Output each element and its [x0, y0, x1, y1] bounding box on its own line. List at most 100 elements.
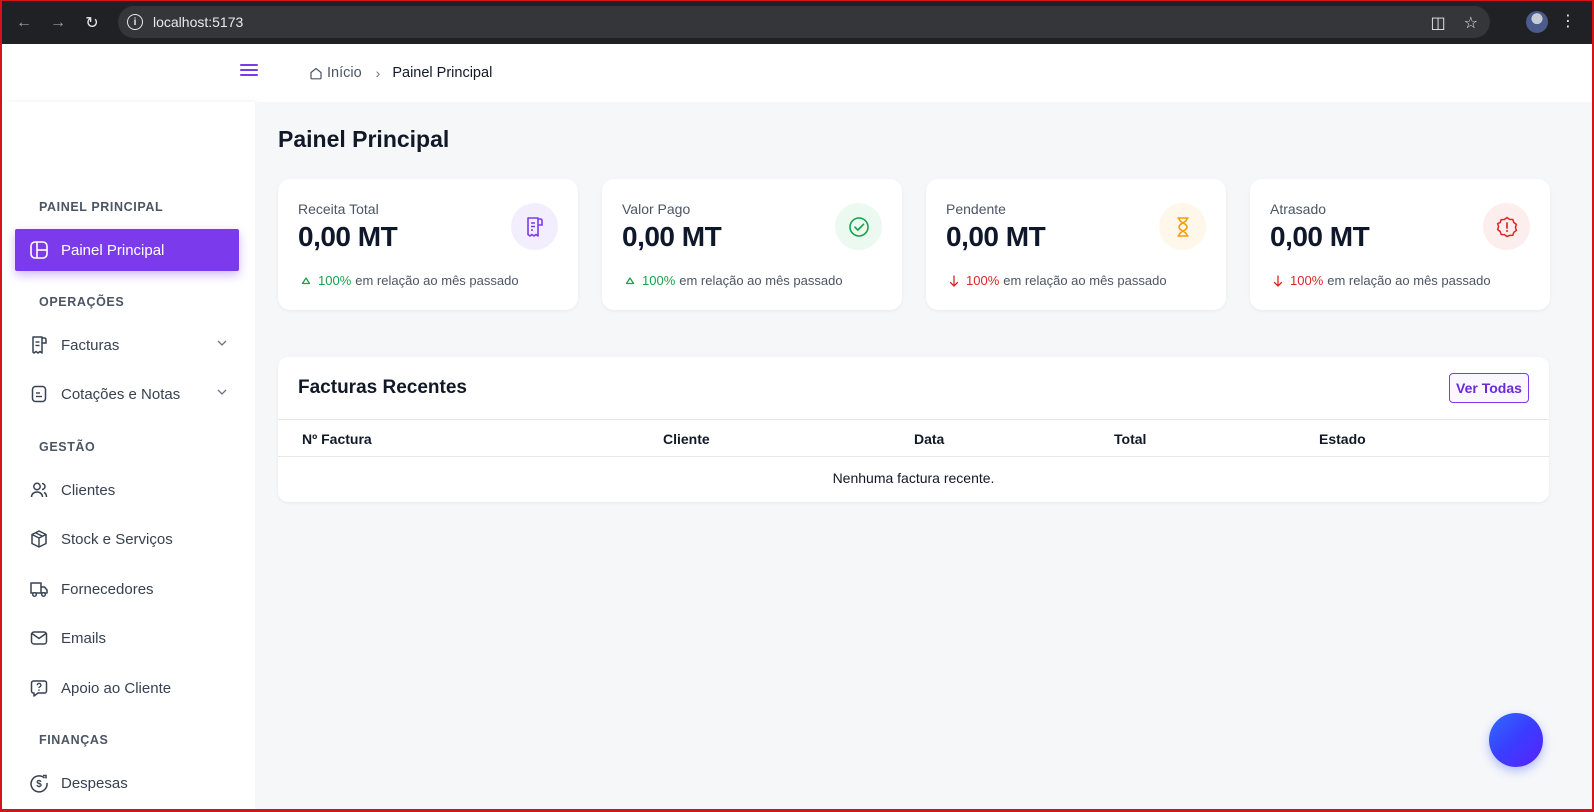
truck-icon [29, 579, 49, 599]
trend-up-icon [624, 276, 636, 286]
stat-trend: 100% em relação ao mês passado [624, 273, 843, 288]
trend-up-icon [300, 276, 312, 286]
trend-text: em relação ao mês passado [1327, 273, 1491, 288]
column-header[interactable]: Data [914, 431, 944, 447]
sidebar-item-clientes[interactable]: Clientes [15, 469, 239, 511]
sidebar-item-facturas[interactable]: Facturas [15, 324, 239, 366]
trend-value: 100% [1290, 273, 1324, 288]
trend-text: em relação ao mês passado [355, 273, 519, 288]
bookmark-star-icon[interactable]: ☆ [1464, 13, 1478, 33]
url-text[interactable]: localhost:5173 [153, 14, 243, 30]
mail-icon [29, 628, 49, 648]
stat-value: 0,00 MT [1270, 221, 1370, 252]
trend-text: em relação ao mês passado [1003, 273, 1167, 288]
translate-icon[interactable]: ◫ [1431, 13, 1446, 33]
address-bar[interactable]: i localhost:5173 ◫ ☆ [118, 6, 1490, 38]
chevron-right-icon: › [375, 65, 381, 81]
sidebar-item-label: Painel Principal [61, 241, 165, 259]
home-icon[interactable] [309, 66, 323, 80]
profile-avatar[interactable] [1526, 11, 1548, 33]
breadcrumb-home[interactable]: Início [327, 65, 362, 81]
sidebar-item-despesas[interactable]: $ Despesas [15, 762, 239, 804]
trend-down-icon [948, 274, 960, 287]
invoice-icon [29, 335, 49, 355]
stat-trend: 100% em relação ao mês passado [1272, 273, 1491, 288]
reload-icon[interactable]: ↻ [80, 11, 104, 35]
sidebar-item-apoio[interactable]: Apoio ao Cliente [15, 667, 239, 709]
site-info-icon[interactable]: i [127, 14, 143, 30]
chevron-down-icon [217, 340, 227, 346]
browser-toolbar: ← → ↻ i localhost:5173 ◫ ☆ ⋮ [2, 1, 1592, 44]
menu-toggle-icon[interactable] [240, 64, 258, 78]
sidebar-item-emails[interactable]: Emails [15, 617, 239, 659]
stat-label: Receita Total [298, 201, 379, 217]
table-header: Nº Factura Cliente Data Total Estado [278, 419, 1549, 457]
column-header[interactable]: Estado [1319, 431, 1366, 447]
app-window: ← → ↻ i localhost:5173 ◫ ☆ ⋮ PAINEL PRIN… [0, 0, 1594, 812]
sidebar-item-fornecedores[interactable]: Fornecedores [15, 568, 239, 610]
browser-menu-icon[interactable]: ⋮ [1560, 11, 1576, 33]
notes-icon [29, 384, 49, 404]
stat-card-pendente: Pendente 0,00 MT 100% em relação ao mês … [926, 179, 1226, 310]
breadcrumb: Início › Painel Principal [309, 65, 492, 81]
empty-state-text: Nenhuma factura recente. [832, 470, 995, 486]
sidebar-item-label: Fornecedores [61, 580, 154, 598]
sidebar-item-label: Facturas [61, 336, 120, 354]
receipt-icon [511, 203, 558, 250]
sidebar-item-cotacoes[interactable]: Cotações e Notas [15, 373, 239, 415]
sidebar-item-label: Stock e Serviços [61, 530, 173, 548]
sidebar: PAINEL PRINCIPAL Painel Principal OPERAÇ… [2, 44, 258, 809]
sidebar-item-label: Cotações e Notas [61, 385, 181, 403]
box-icon [29, 529, 49, 549]
alert-icon [1483, 203, 1530, 250]
recent-invoices-card: Facturas Recentes Ver Todas Nº Factura C… [278, 357, 1549, 502]
floating-action-button[interactable] [1489, 713, 1543, 767]
stat-label: Pendente [946, 201, 1006, 217]
breadcrumb-current: Painel Principal [392, 65, 493, 81]
dashboard-icon [29, 240, 49, 260]
sidebar-item-label: Clientes [61, 481, 116, 499]
money-icon: $ [29, 773, 49, 793]
sidebar-item-painel-principal[interactable]: Painel Principal [15, 229, 239, 271]
stat-card-receita: Receita Total 0,00 MT 100% em relação ao… [278, 179, 578, 310]
trend-value: 100% [318, 273, 352, 288]
sidebar-nav: PAINEL PRINCIPAL Painel Principal OPERAÇ… [2, 102, 255, 809]
main-content: Painel Principal Receita Total 0,00 MT 1… [255, 102, 1592, 809]
top-bar: Início › Painel Principal [270, 44, 1592, 102]
svg-text:$: $ [36, 779, 42, 790]
back-icon[interactable]: ← [12, 11, 36, 35]
stat-value: 0,00 MT [946, 221, 1046, 252]
column-header[interactable]: Total [1114, 431, 1146, 447]
stat-value: 0,00 MT [298, 221, 398, 252]
sidebar-item-label: Despesas [61, 774, 128, 792]
section-label-operacoes: OPERAÇÕES [39, 295, 125, 309]
stat-trend: 100% em relação ao mês passado [300, 273, 519, 288]
stat-value: 0,00 MT [622, 221, 722, 252]
help-icon [29, 678, 49, 698]
hourglass-icon [1159, 203, 1206, 250]
chevron-down-icon [217, 389, 227, 395]
check-circle-icon [835, 203, 882, 250]
sidebar-header [2, 44, 258, 102]
column-header[interactable]: Nº Factura [302, 431, 372, 447]
view-all-button[interactable]: Ver Todas [1449, 373, 1529, 403]
stat-label: Valor Pago [622, 201, 691, 217]
column-header[interactable]: Cliente [663, 431, 710, 447]
section-label-painel: PAINEL PRINCIPAL [39, 200, 164, 214]
stat-label: Atrasado [1270, 201, 1327, 217]
recent-invoices-title: Facturas Recentes [298, 377, 467, 398]
stat-card-atrasado: Atrasado 0,00 MT 100% em relação ao mês … [1250, 179, 1550, 310]
sidebar-item-label: Apoio ao Cliente [61, 679, 172, 697]
users-icon [29, 480, 49, 500]
trend-down-icon [1272, 274, 1284, 287]
sidebar-item-label: Emails [61, 629, 107, 647]
section-label-gestao: GESTÃO [39, 440, 96, 454]
forward-icon[interactable]: → [46, 11, 70, 35]
page-title: Painel Principal [278, 126, 450, 152]
trend-text: em relação ao mês passado [679, 273, 843, 288]
trend-value: 100% [642, 273, 676, 288]
stat-card-pago: Valor Pago 0,00 MT 100% em relação ao mê… [602, 179, 902, 310]
trend-value: 100% [966, 273, 1000, 288]
sidebar-item-stock[interactable]: Stock e Serviços [15, 518, 239, 560]
stat-trend: 100% em relação ao mês passado [948, 273, 1167, 288]
